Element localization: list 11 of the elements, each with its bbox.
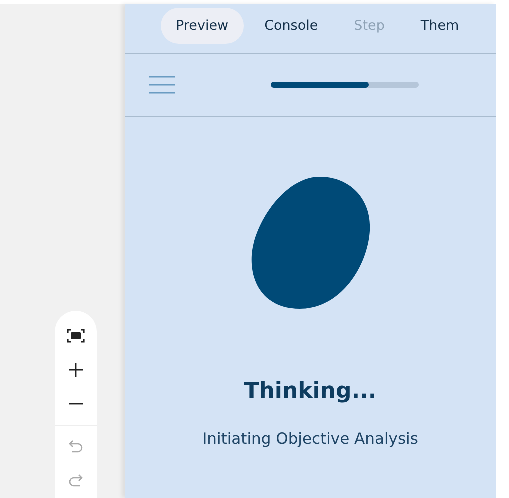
tab[interactable]: Them: [406, 8, 474, 44]
minus-icon: [69, 403, 83, 405]
redo-icon: [69, 474, 83, 488]
fit-screen-icon: [67, 329, 85, 343]
undo-icon: [69, 440, 83, 454]
status-title: Thinking...: [244, 379, 377, 404]
tab[interactable]: Preview: [161, 8, 244, 44]
status-subtitle: Initiating Objective Analysis: [202, 430, 418, 448]
plus-icon: [69, 363, 83, 377]
menu-icon[interactable]: [149, 76, 175, 94]
tab[interactable]: Console: [250, 8, 334, 44]
